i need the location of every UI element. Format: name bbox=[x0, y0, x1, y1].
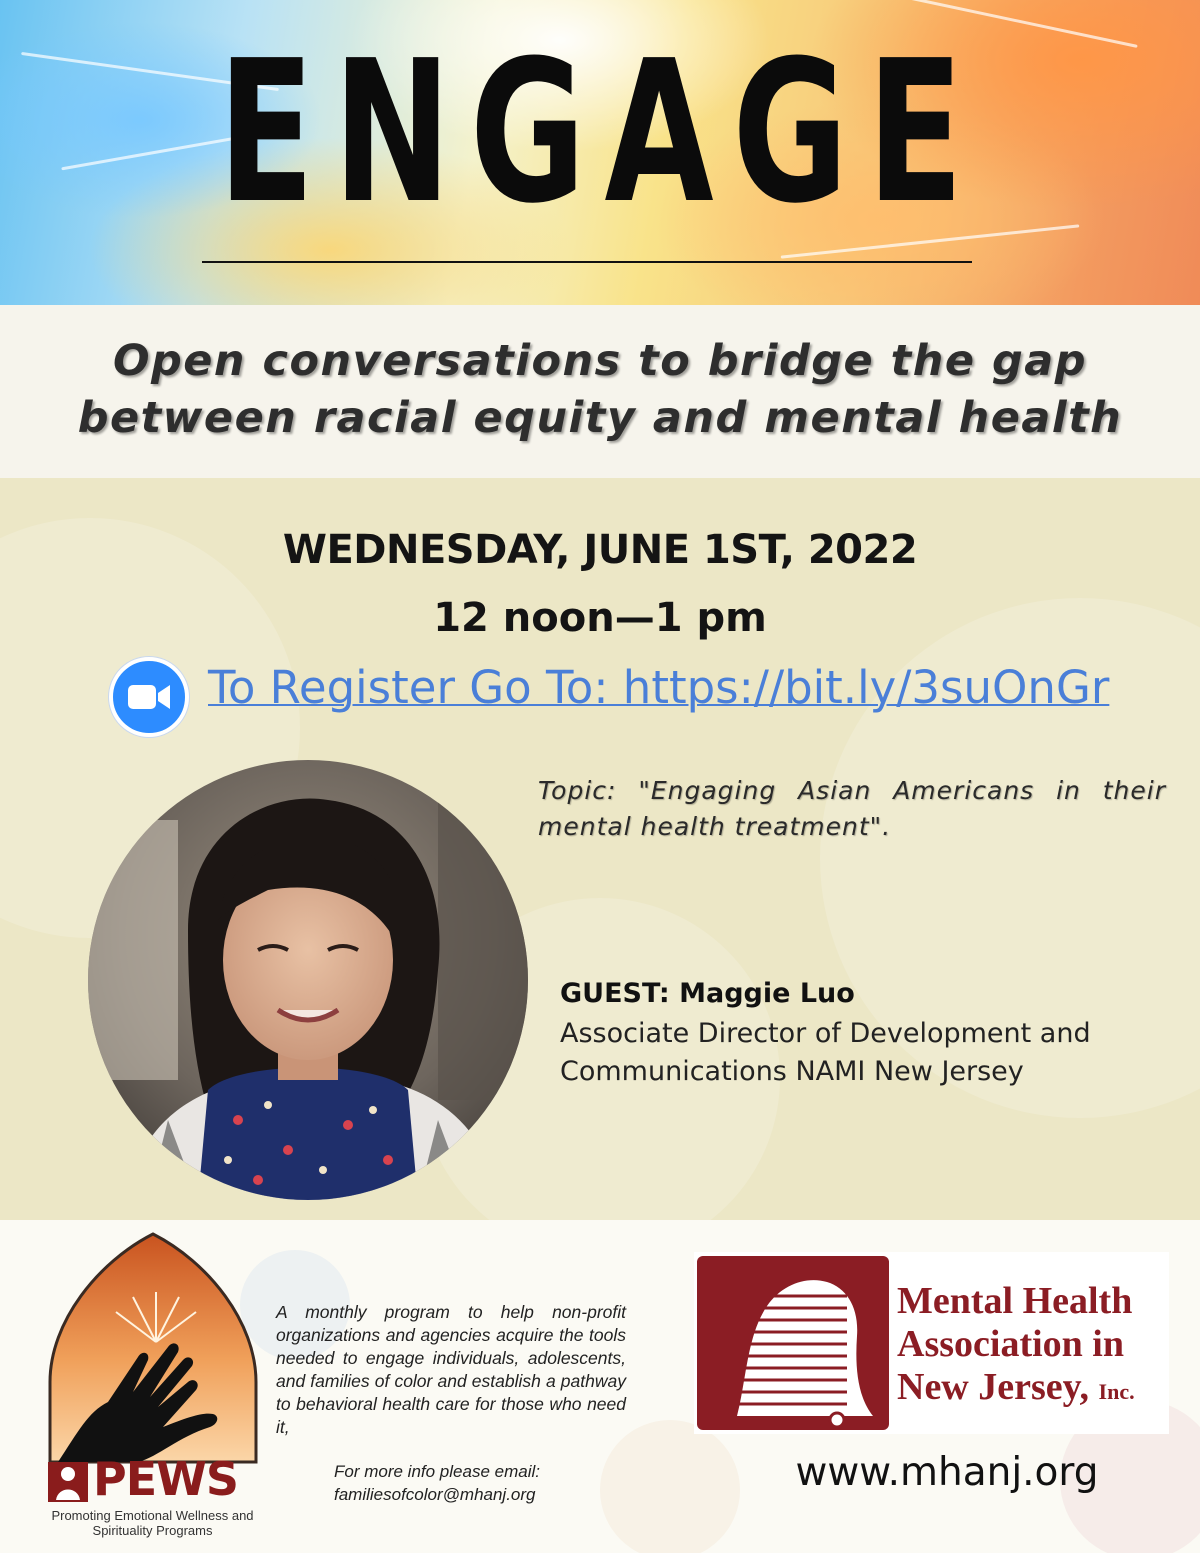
title-divider bbox=[202, 261, 972, 263]
guest-photo bbox=[88, 760, 528, 1200]
event-time: 12 noon—1 pm bbox=[433, 595, 767, 641]
subtitle-line-1: Open conversations to bridge the gap bbox=[112, 336, 1088, 386]
topic-text: Topic: "Engaging Asian Americans in thei… bbox=[538, 776, 1166, 841]
mha-name-suffix: Inc. bbox=[1098, 1379, 1135, 1404]
contact-email[interactable]: familiesofcolor@mhanj.org bbox=[334, 1485, 536, 1504]
mha-name: Mental Health Association in New Jersey,… bbox=[897, 1280, 1187, 1413]
page-title: ENGAGE bbox=[217, 19, 983, 247]
zoom-video-icon[interactable] bbox=[109, 657, 189, 737]
event-date: WEDNESDAY, JUNE 1ST, 2022 bbox=[282, 527, 918, 573]
subtitle-line-2: between racial equity and mental health bbox=[77, 393, 1123, 443]
program-description: A monthly program to help non-profit org… bbox=[276, 1302, 626, 1437]
mha-name-line-3: New Jersey, bbox=[897, 1366, 1090, 1408]
register-link[interactable]: To Register Go To: https://bit.ly/3suOnG… bbox=[208, 661, 1109, 714]
subtitle: Open conversations to bridge the gap bet… bbox=[0, 333, 1200, 447]
pews-tagline: Promoting Emotional Wellness and Spiritu… bbox=[51, 1508, 254, 1538]
mha-name-line-2: Association in bbox=[897, 1323, 1124, 1365]
mha-name-line-1: Mental Health bbox=[897, 1280, 1133, 1322]
mha-bell-icon bbox=[697, 1256, 889, 1430]
guest-name: GUEST: Maggie Luo bbox=[560, 978, 855, 1009]
contact-info: For more info please email: familiesofco… bbox=[334, 1460, 574, 1506]
pews-figure-icon bbox=[48, 1462, 88, 1502]
pews-wordmark: PEWS bbox=[93, 1452, 239, 1506]
mha-website-link[interactable]: www.mhanj.org bbox=[694, 1450, 1200, 1495]
guest-title: Associate Director of Development and Co… bbox=[560, 1018, 1091, 1087]
contact-label: For more info please email: bbox=[334, 1462, 540, 1481]
